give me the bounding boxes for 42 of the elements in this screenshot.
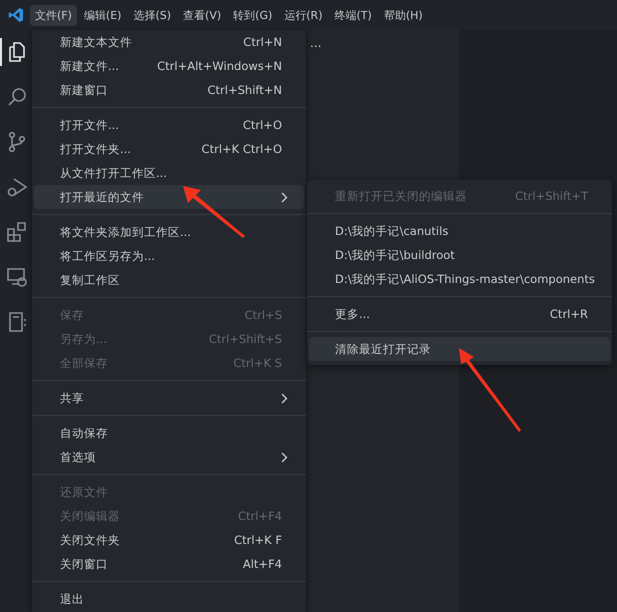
menu-bar-item[interactable]: 帮助(H) — [378, 4, 428, 26]
extensions-icon — [6, 221, 28, 243]
menu-item[interactable]: 复制工作区 — [34, 268, 304, 292]
menu-item[interactable]: D:\我的手记\canutils — [309, 219, 610, 243]
menu-bar-item[interactable]: 转到(G) — [228, 4, 278, 26]
annotation-arrow — [183, 186, 245, 238]
menu-item[interactable]: 将工作区另存为... — [34, 244, 304, 268]
menu-item[interactable]: 新建文件... Ctrl+Alt+Windows+N — [34, 54, 304, 78]
monitor-icon — [6, 266, 28, 288]
menu-bar-item[interactable]: 文件(F) — [30, 4, 77, 26]
chevron-right-icon — [281, 392, 288, 404]
menu-item[interactable]: 打开文件夹... Ctrl+K Ctrl+O — [34, 137, 304, 161]
menu-bar-item[interactable]: 查看(V) — [178, 4, 226, 26]
branch-icon — [6, 131, 28, 153]
menu-item[interactable]: 关闭窗口 Alt+F4 — [34, 552, 304, 576]
run-debug-icon — [6, 176, 28, 198]
menu-item[interactable]: D:\我的手记\AliOS-Things-master\components — [309, 267, 610, 291]
menu-item[interactable]: 打开文件... Ctrl+O — [34, 113, 304, 137]
chevron-right-icon — [281, 192, 288, 202]
menu-item[interactable]: 更多... Ctrl+R — [309, 302, 610, 326]
menu-bar-item[interactable]: 终端(T) — [330, 4, 377, 26]
menu-item[interactable]: 退出 — [34, 587, 304, 611]
notebook-icon — [6, 311, 28, 333]
menu-item[interactable]: 新建窗口 Ctrl+Shift+N — [34, 78, 304, 102]
menu-item[interactable]: 新建文本文件 Ctrl+N — [34, 30, 304, 54]
menu-bar-item[interactable]: 选择(S) — [128, 4, 176, 26]
menu-item[interactable]: 将文件夹添加到工作区... — [34, 220, 304, 244]
logo-icon — [8, 7, 24, 23]
menu-bar-item[interactable]: 编辑(E) — [78, 4, 126, 26]
menu-item[interactable]: 自动保存 — [34, 421, 304, 445]
menu-item[interactable]: 从文件打开工作区... — [34, 161, 304, 185]
menu-item[interactable]: 打开最近的文件 — [34, 185, 304, 209]
menu-item[interactable]: 首选项 — [34, 445, 304, 469]
more-actions[interactable]: ... — [310, 36, 322, 50]
menu-item[interactable]: 清除最近打开记录 — [309, 337, 610, 361]
menu-item[interactable]: 关闭文件夹 Ctrl+K F — [34, 528, 304, 552]
menu-item[interactable]: 共享 — [34, 386, 304, 410]
files-icon — [6, 41, 28, 63]
menu-item[interactable]: D:\我的手记\buildroot — [309, 243, 610, 267]
chevron-right-icon — [281, 452, 288, 462]
menu-bar-item[interactable]: 运行(R) — [279, 4, 328, 26]
search-icon — [6, 86, 28, 108]
